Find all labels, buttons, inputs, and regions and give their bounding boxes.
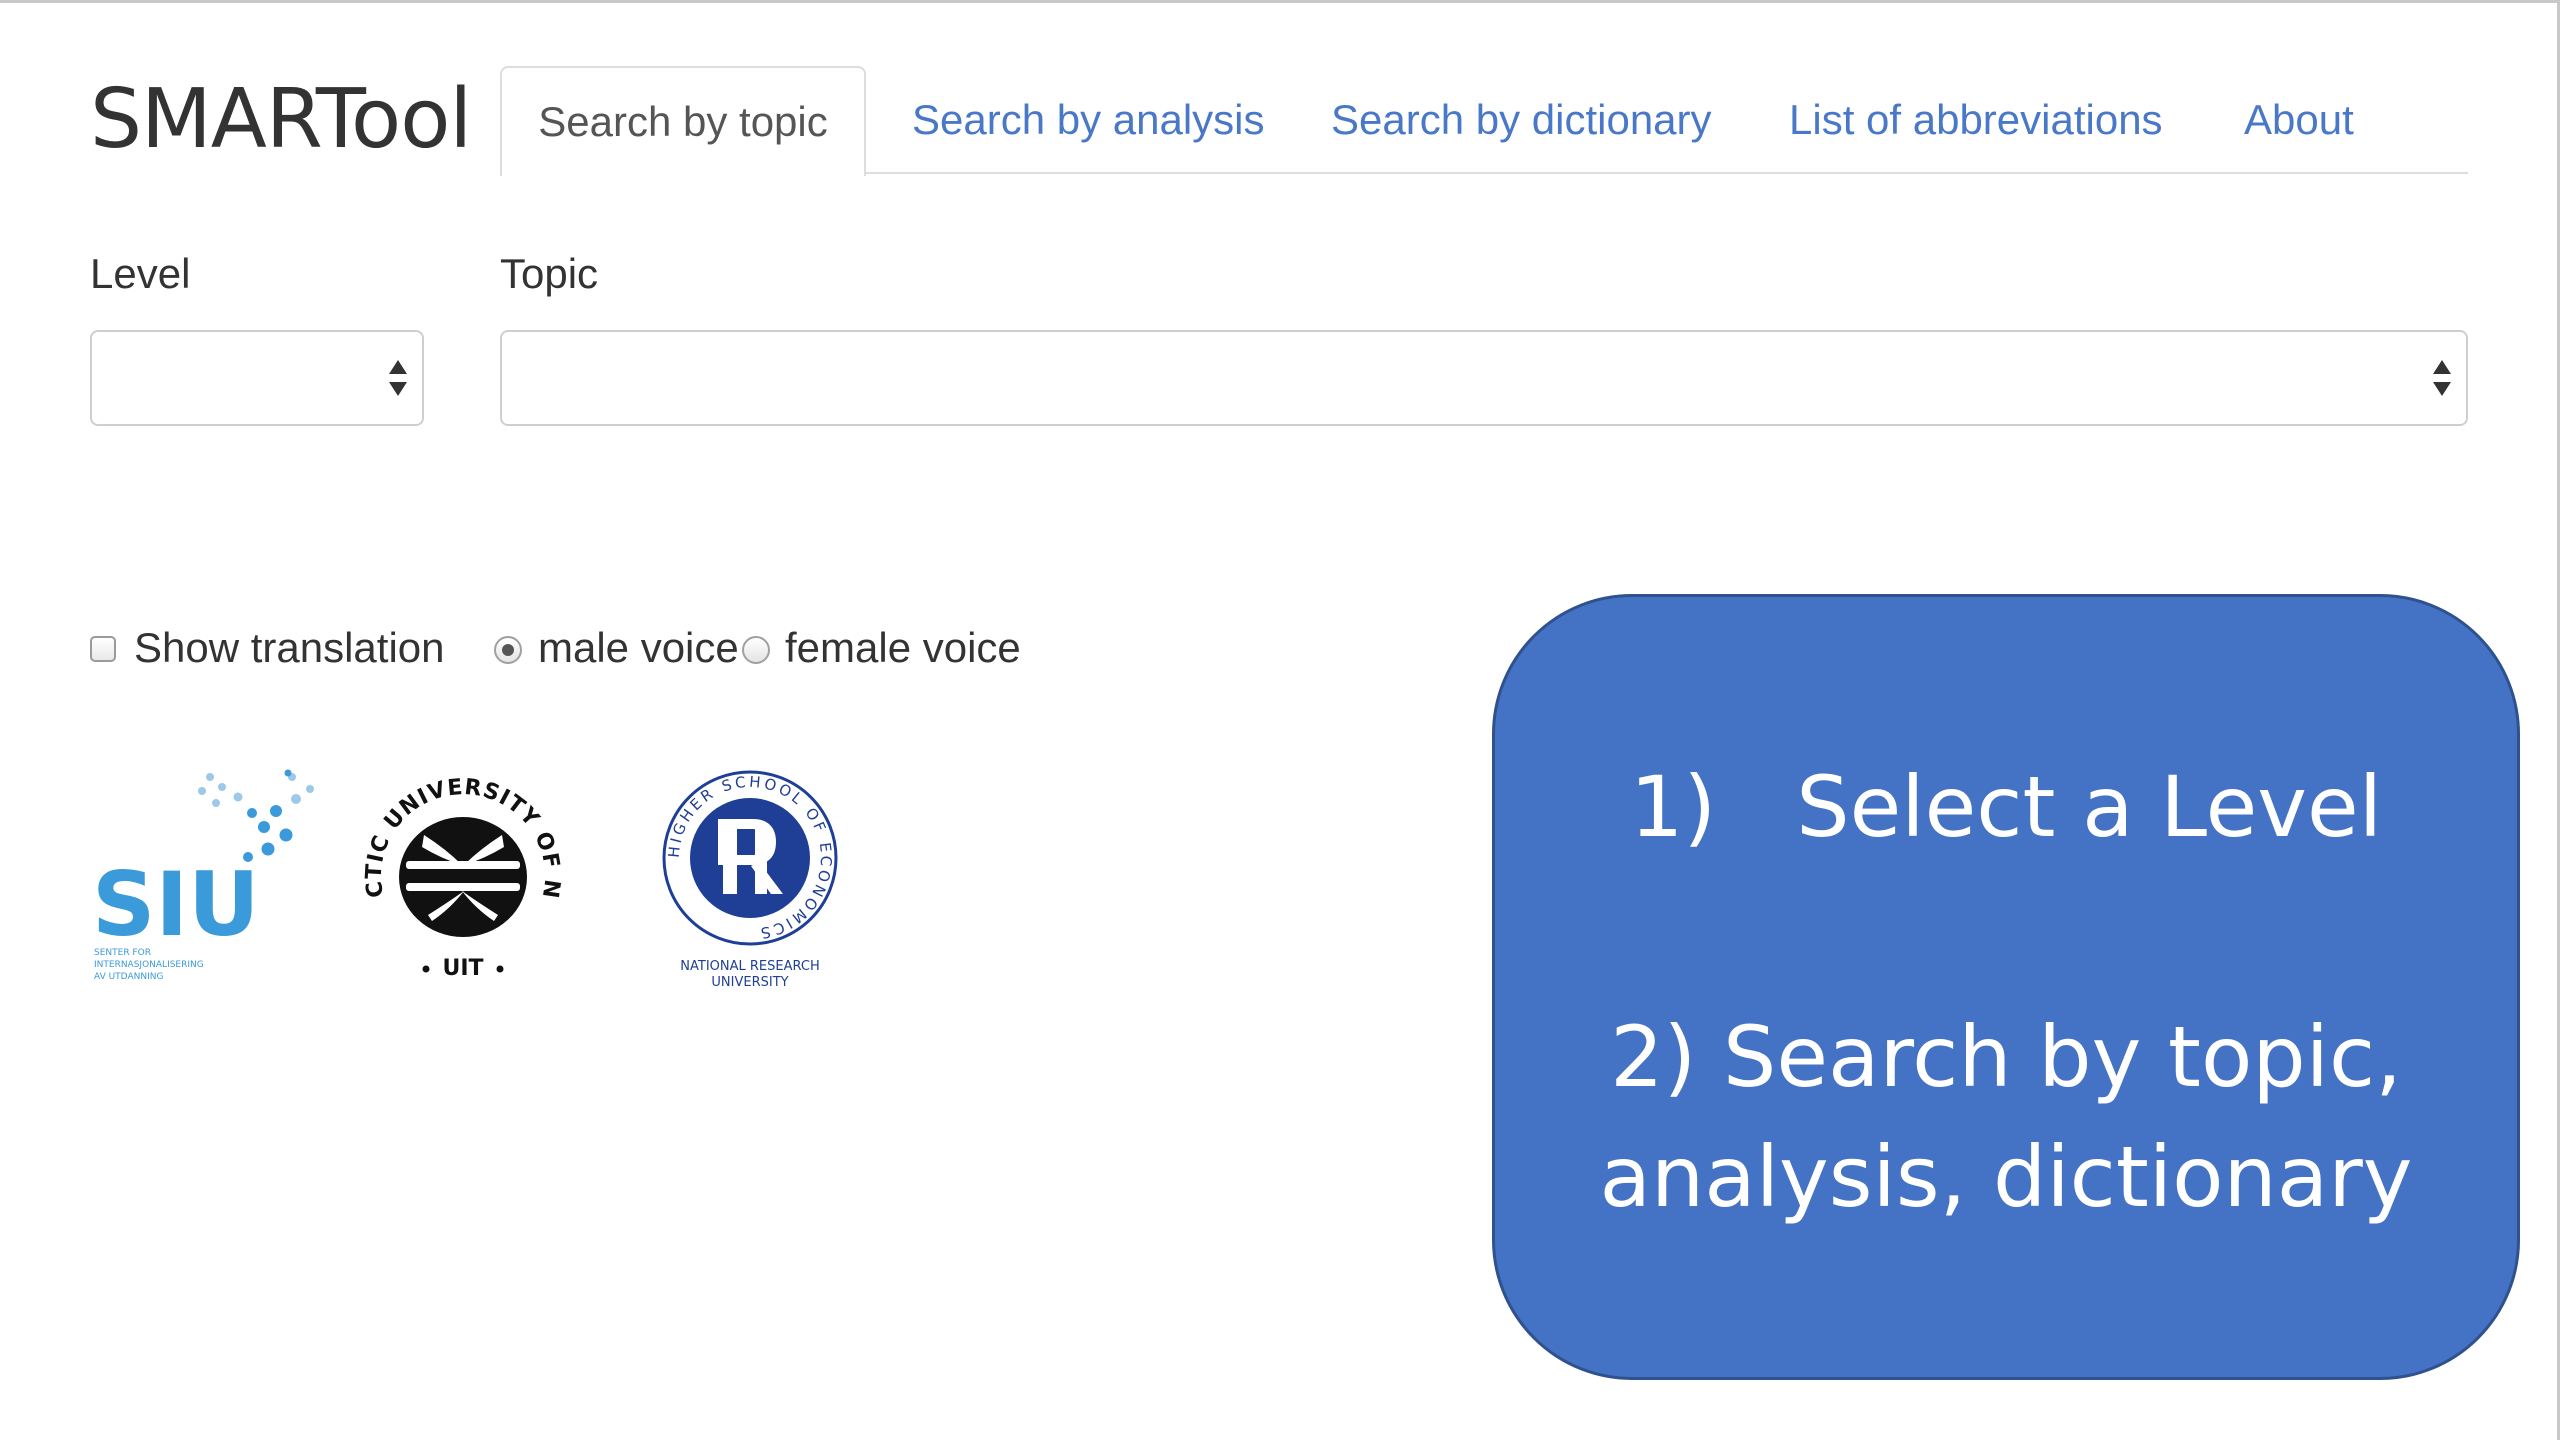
siu-caption-1: SENTER FOR [94,948,151,958]
tab-search-by-dictionary[interactable]: Search by dictionary [1331,66,1712,174]
callout-step-1: 1) Select a Level [1629,758,2383,856]
instruction-callout: 1) Select a Level 2) Search by topic, an… [1492,594,2520,1380]
uit-ring-bottom: UIT [442,956,483,981]
female-voice-label[interactable]: female voice [785,618,1021,678]
select-arrows-icon [388,358,408,402]
hse-caption-2: UNIVERSITY [711,975,788,990]
callout-step-2-line-1: 2) Search by topic, [1610,1008,2402,1106]
show-translation-label[interactable]: Show translation [134,618,445,678]
level-label: Level [90,250,191,297]
uit-logo: THE ARCTIC UNIVERSITY OF NORWAY UIT [352,765,563,981]
female-voice-radio[interactable] [742,636,770,664]
show-translation-checkbox[interactable] [90,636,116,662]
siu-mark: SIU [92,853,260,956]
male-voice-label[interactable]: male voice [538,618,739,678]
window-top-border [0,0,2560,3]
siu-logo: SIU SENTER FOR INTERNASJONALISERING AV U… [92,769,314,982]
app-brand[interactable]: SMARTool [90,70,472,170]
topic-label: Topic [500,250,599,297]
callout-step-2: 2) Search by topic, analysis, dictionary [1495,997,2517,1237]
hse-caption-1: NATIONAL RESEARCH [680,959,819,974]
tab-search-by-topic[interactable]: Search by topic [500,66,866,176]
tab-list-of-abbreviations[interactable]: List of abbreviations [1789,66,2163,174]
callout-step-2-line-2: analysis, dictionary [1599,1128,2413,1226]
hse-logo: HIGHER SCHOOL OF ECONOMICS NATIONAL RESE… [662,770,838,990]
tab-about[interactable]: About [2244,66,2354,174]
male-voice-radio[interactable] [494,636,522,664]
select-arrows-icon [2432,358,2452,402]
siu-caption-2: INTERNASJONALISERING [94,960,204,970]
siu-caption-3: AV UTDANNING [94,972,163,982]
level-select[interactable] [90,330,424,426]
topic-select[interactable] [500,330,2468,426]
tab-search-by-analysis[interactable]: Search by analysis [912,66,1265,174]
